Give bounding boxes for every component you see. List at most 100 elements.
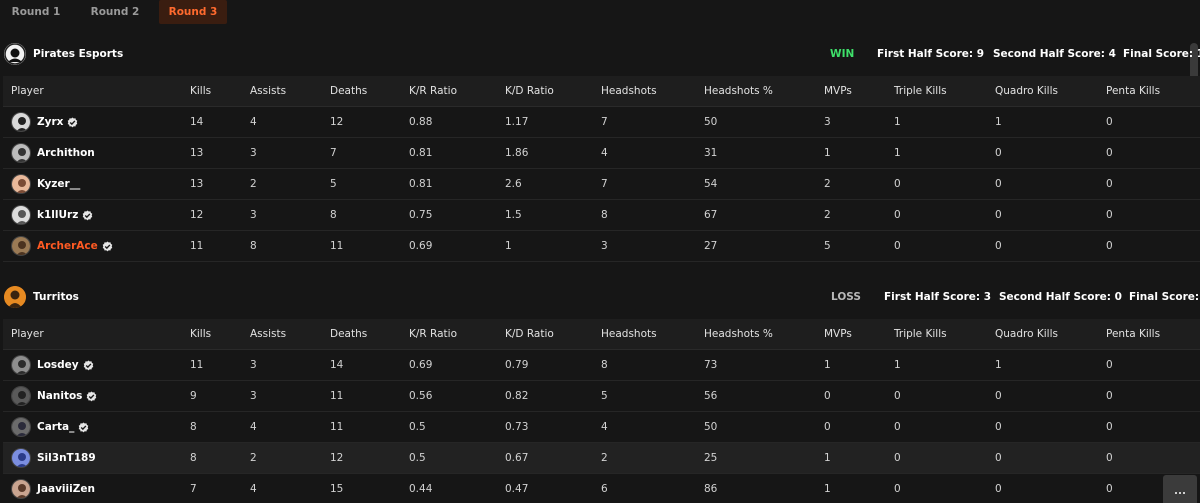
stat-cell: 3 — [250, 359, 257, 371]
tab-round-1[interactable]: Round 1 — [0, 0, 72, 24]
verified-badge-icon — [87, 390, 97, 401]
stat-cell: 0.75 — [409, 209, 433, 221]
column-header[interactable]: Player — [11, 76, 44, 106]
stat-cell: 1 — [894, 147, 901, 159]
player-name[interactable]: Kyzer__ — [37, 169, 80, 199]
column-header[interactable]: K/R Ratio — [409, 319, 457, 349]
stat-cell: 8 — [330, 209, 337, 221]
stat-cell: 8 — [601, 359, 608, 371]
stat-cell: 0.56 — [409, 390, 433, 402]
stat-cell: 1 — [894, 359, 901, 371]
avatar — [11, 417, 31, 437]
player-name[interactable]: k1llUrz — [37, 200, 78, 230]
player-name[interactable]: Nanitos — [37, 381, 82, 411]
player-cell[interactable]: Zyrx — [11, 107, 78, 137]
player-cell[interactable]: Archithon — [11, 138, 95, 168]
stat-cell: 2 — [824, 209, 831, 221]
column-header[interactable]: Triple Kills — [894, 76, 947, 106]
column-header[interactable]: Triple Kills — [894, 319, 947, 349]
stat-cell: 0 — [995, 390, 1002, 402]
column-header[interactable]: Player — [11, 319, 44, 349]
stat-cell: 0.5 — [409, 452, 426, 464]
table-row[interactable]: Zyrx 14 4 12 0.88 1.17 7 50 3 1 1 0 — [3, 107, 1200, 138]
stat-cell: 27 — [704, 240, 718, 252]
stat-cell: 4 — [250, 421, 257, 433]
stats-table: Player Kills Assists Deaths K/R Ratio K/D Rat… — [3, 76, 1200, 262]
player-name[interactable]: Archithon — [37, 138, 95, 168]
column-header[interactable]: K/R Ratio — [409, 76, 457, 106]
player-name[interactable]: JaaviiiZen — [37, 474, 95, 503]
stat-cell: 31 — [704, 147, 718, 159]
stat-cell: 0.44 — [409, 483, 433, 495]
table-row[interactable]: Nanitos 9 3 11 0.56 0.82 5 56 0 0 0 0 — [3, 381, 1200, 412]
tab-round-2[interactable]: Round 2 — [79, 0, 151, 24]
player-cell[interactable]: Nanitos — [11, 381, 97, 411]
stat-cell: 86 — [704, 483, 718, 495]
column-header[interactable]: MVPs — [824, 76, 852, 106]
column-header[interactable]: K/D Ratio — [505, 76, 554, 106]
column-header[interactable]: Kills — [190, 76, 211, 106]
stat-cell: 4 — [601, 421, 608, 433]
player-name[interactable]: Sil3nT189 — [37, 443, 96, 473]
player-cell[interactable]: Sil3nT189 — [11, 443, 96, 473]
column-header[interactable]: Assists — [250, 319, 286, 349]
column-header[interactable]: Penta Kills — [1106, 76, 1160, 106]
column-header[interactable]: Deaths — [330, 76, 367, 106]
stat-cell: 0 — [824, 390, 831, 402]
stat-cell: 0.69 — [409, 240, 433, 252]
table-row[interactable]: Losdey 11 3 14 0.69 0.79 8 73 1 1 1 0 — [3, 350, 1200, 381]
stat-cell: 11 — [190, 359, 204, 371]
table-row[interactable]: Sil3nT189 8 2 12 0.5 0.67 2 25 1 0 0 0 — [3, 443, 1200, 474]
stat-cell: 2 — [601, 452, 608, 464]
table-row[interactable]: JaaviiiZen 7 4 15 0.44 0.47 6 86 1 0 0 0 — [3, 474, 1200, 503]
player-cell[interactable]: JaaviiiZen — [11, 474, 95, 503]
column-header[interactable]: Deaths — [330, 319, 367, 349]
player-cell[interactable]: ArcherAce — [11, 231, 113, 261]
stat-cell: 0 — [1106, 359, 1113, 371]
stat-cell: 0 — [1106, 421, 1113, 433]
player-name[interactable]: Zyrx — [37, 107, 63, 137]
player-name[interactable]: Losdey — [37, 350, 79, 380]
stat-cell: 67 — [704, 209, 718, 221]
stat-cell: 0 — [1106, 209, 1113, 221]
stat-cell: 0 — [1106, 452, 1113, 464]
column-header[interactable]: Headshots — [601, 319, 657, 349]
avatar — [11, 479, 31, 499]
stat-cell: 0.69 — [409, 359, 433, 371]
stat-cell: 0 — [995, 452, 1002, 464]
column-header[interactable]: Penta Kills — [1106, 319, 1160, 349]
column-header[interactable]: Assists — [250, 76, 286, 106]
player-cell[interactable]: Carta_ — [11, 412, 89, 442]
tab-round-3[interactable]: Round 3 — [159, 0, 227, 24]
avatar — [11, 386, 31, 406]
table-row[interactable]: k1llUrz 12 3 8 0.75 1.5 8 67 2 0 0 0 — [3, 200, 1200, 231]
stat-cell: 3 — [601, 240, 608, 252]
column-header[interactable]: Headshots — [601, 76, 657, 106]
player-name[interactable]: ArcherAce — [37, 231, 98, 261]
stat-cell: 2 — [824, 178, 831, 190]
table-row[interactable]: ArcherAce 11 8 11 0.69 1 3 27 5 0 0 0 — [3, 231, 1200, 262]
column-header[interactable]: Headshots % — [704, 319, 773, 349]
table-row[interactable]: Kyzer__ 13 2 5 0.81 2.6 7 54 2 0 0 0 — [3, 169, 1200, 200]
stat-cell: 1 — [505, 240, 512, 252]
column-header[interactable]: Headshots % — [704, 76, 773, 106]
player-cell[interactable]: Losdey — [11, 350, 94, 380]
column-header[interactable]: K/D Ratio — [505, 319, 554, 349]
column-header[interactable]: Quadro Kills — [995, 319, 1058, 349]
stat-cell: 0 — [1106, 390, 1113, 402]
player-name[interactable]: Carta_ — [37, 412, 74, 442]
stat-cell: 3 — [824, 116, 831, 128]
player-cell[interactable]: Kyzer__ — [11, 169, 80, 199]
match-result-badge: LOSS — [831, 291, 861, 303]
column-header[interactable]: MVPs — [824, 319, 852, 349]
column-header[interactable]: Kills — [190, 319, 211, 349]
chat-button[interactable] — [1163, 475, 1197, 503]
avatar — [11, 355, 31, 375]
column-header[interactable]: Quadro Kills — [995, 76, 1058, 106]
stat-cell: 8 — [250, 240, 257, 252]
table-row[interactable]: Archithon 13 3 7 0.81 1.86 4 31 1 1 0 0 — [3, 138, 1200, 169]
stat-cell: 0 — [1106, 483, 1113, 495]
table-row[interactable]: Carta_ 8 4 11 0.5 0.73 4 50 0 0 0 0 — [3, 412, 1200, 443]
player-cell[interactable]: k1llUrz — [11, 200, 93, 230]
stat-cell: 0 — [995, 240, 1002, 252]
